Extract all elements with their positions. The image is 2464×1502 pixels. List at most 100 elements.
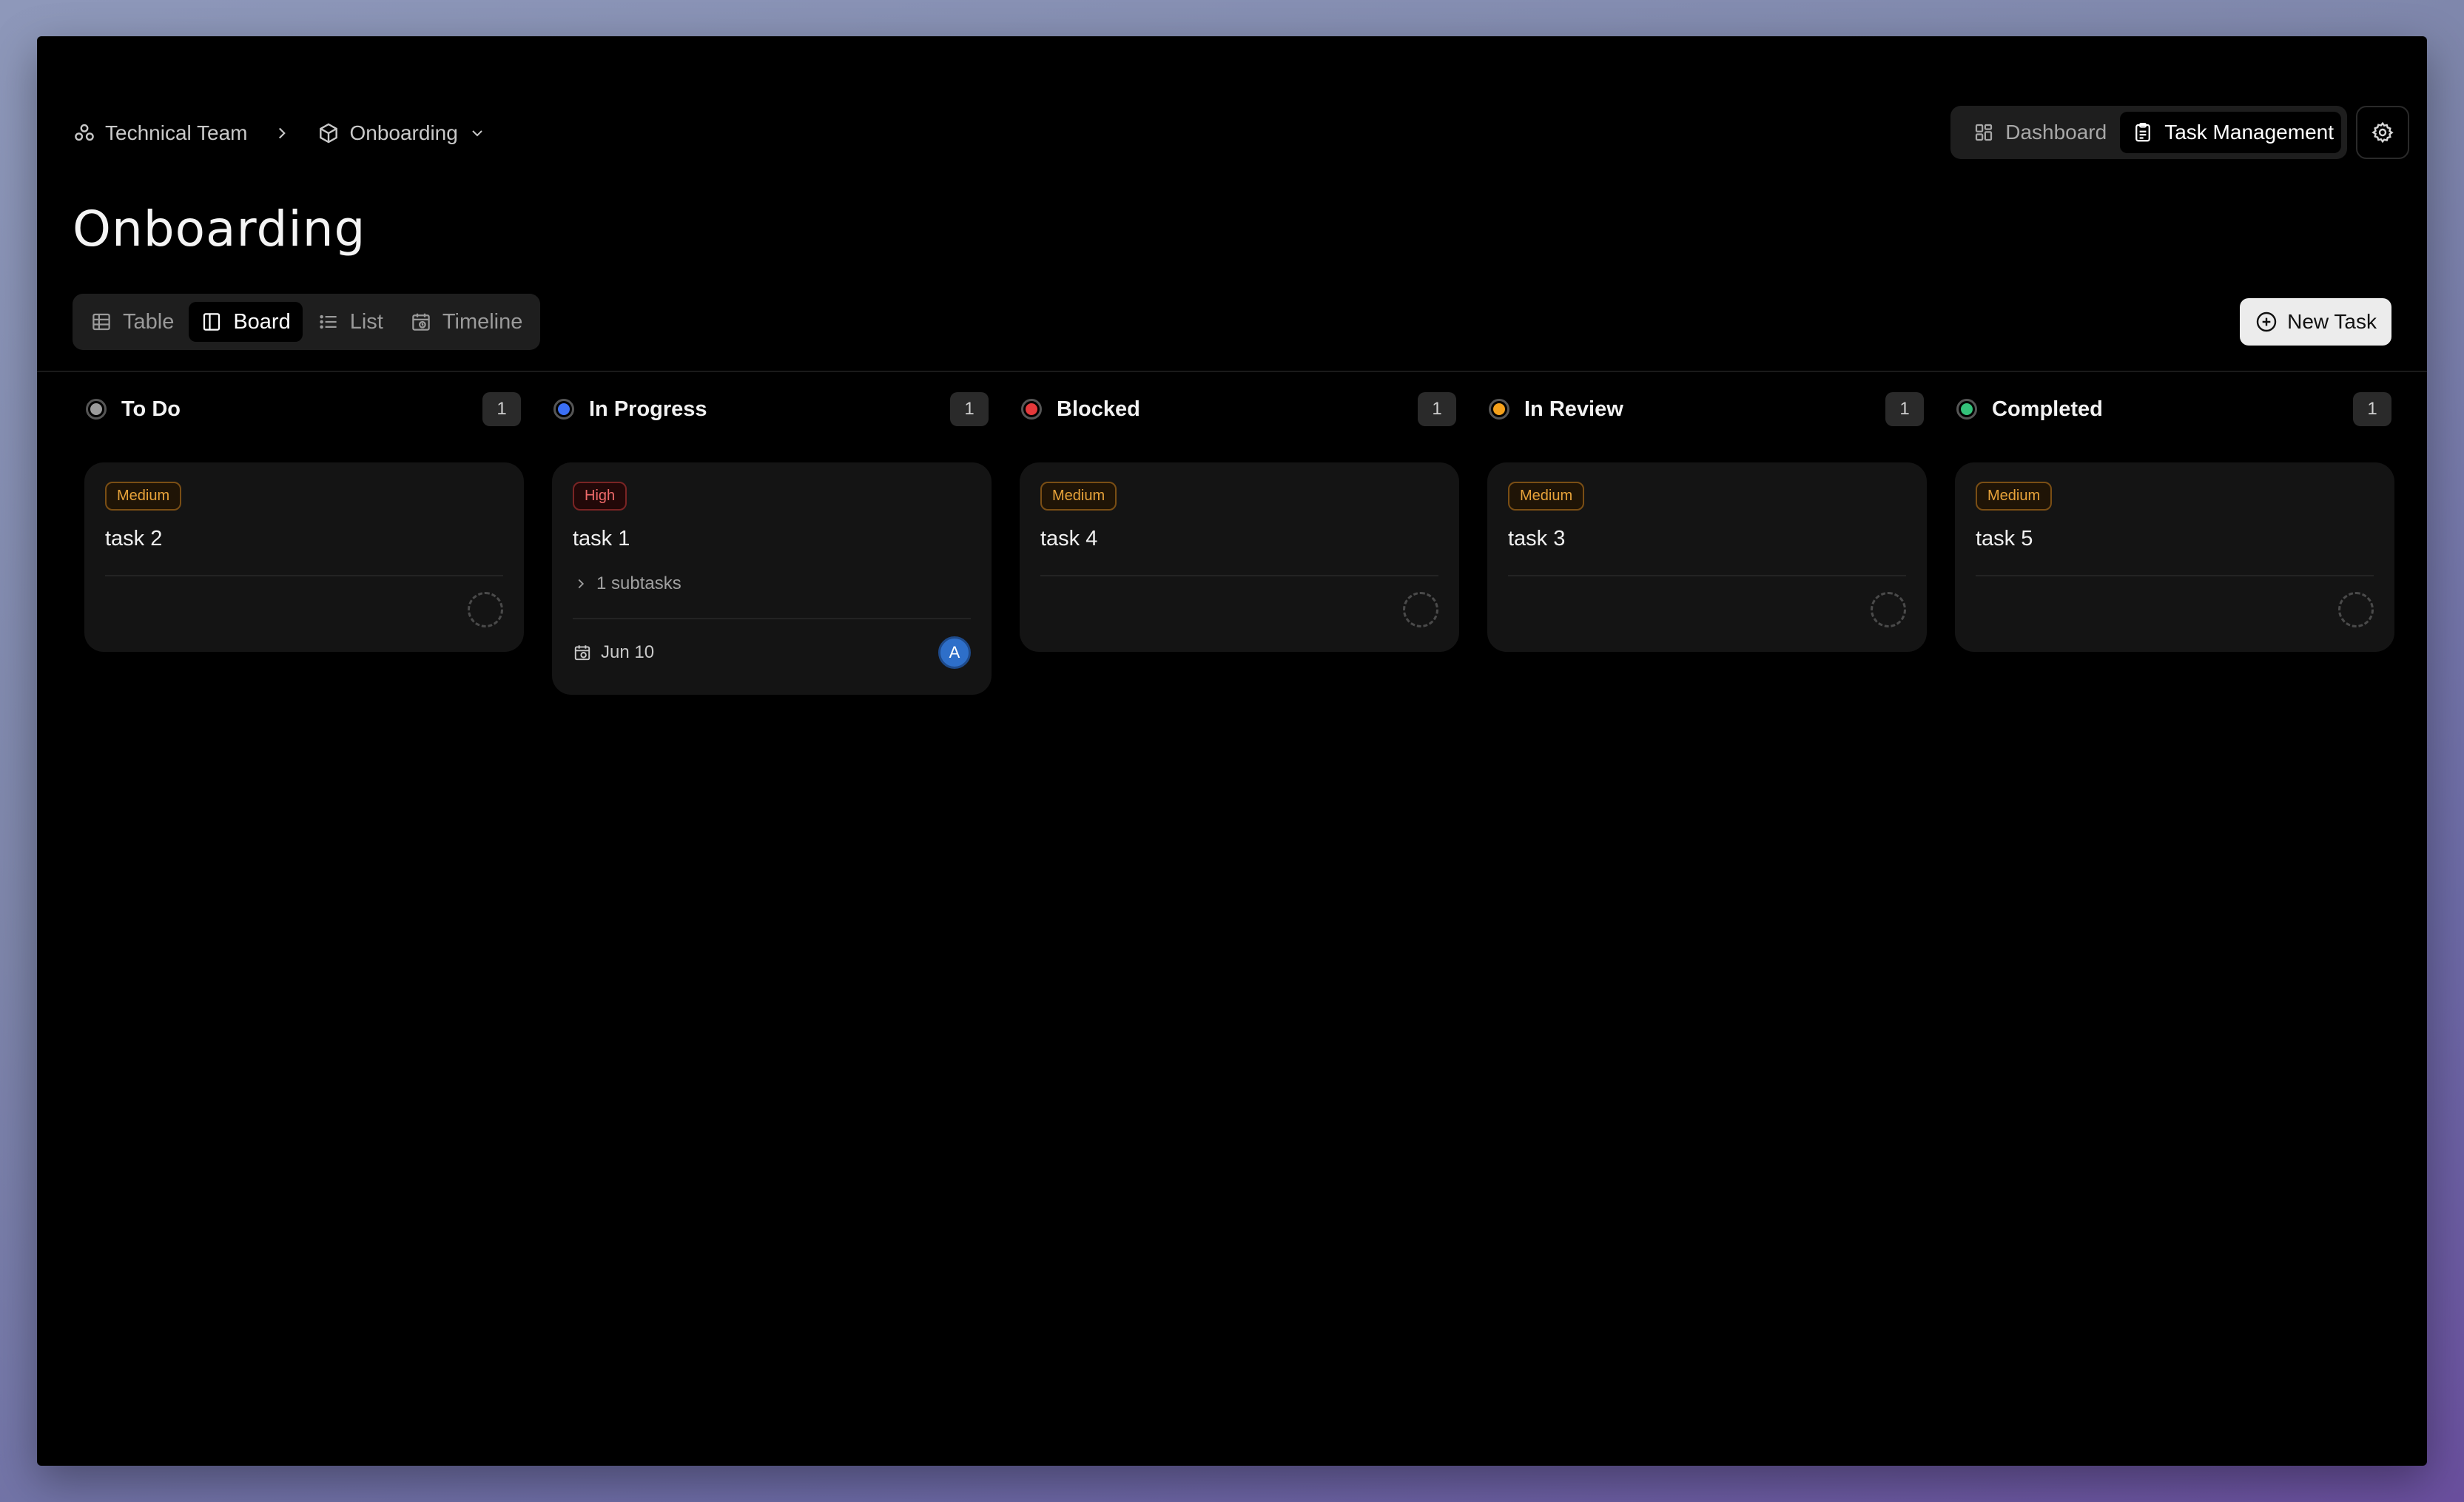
task-title: task 4	[1040, 527, 1098, 550]
task-card[interactable]: Medium task 5	[1955, 462, 2394, 652]
tab-task-management-label: Task Management	[2164, 121, 2334, 144]
view-tabs: Table Board List Timeline	[73, 294, 541, 350]
task-title: task 1	[573, 527, 630, 550]
gear-icon	[2372, 121, 2394, 144]
card-divider	[573, 618, 971, 619]
column-in-review: In Review 1 Medium task 3	[1487, 388, 1927, 695]
column-header: Completed 1	[1955, 388, 2394, 430]
card-footer	[105, 585, 503, 634]
assignee-avatar[interactable]: A	[938, 636, 971, 669]
new-task-button[interactable]: New Task	[2240, 298, 2391, 346]
card-divider	[1040, 575, 1438, 576]
column-header: In Progress 1	[552, 388, 992, 430]
view-tab-table[interactable]: Table	[78, 302, 186, 342]
calendar-clock-icon	[412, 313, 430, 331]
column-title: Completed	[1992, 397, 2103, 421]
card-footer	[1040, 585, 1438, 634]
plus-circle-icon	[2256, 311, 2277, 332]
unassigned-avatar-icon[interactable]	[1403, 592, 1438, 627]
status-blocked-icon	[1021, 399, 1042, 420]
subtasks-toggle[interactable]: 1 subtasks	[573, 573, 971, 594]
column-blocked: Blocked 1 Medium task 4	[1020, 388, 1459, 695]
due-date: Jun 10	[573, 642, 654, 663]
task-card[interactable]: High task 1 1 subtasks Jun 10 A	[552, 462, 992, 695]
breadcrumb-separator	[272, 124, 292, 143]
subtasks-label: 1 subtasks	[596, 573, 681, 593]
unassigned-avatar-icon[interactable]	[2338, 592, 2374, 627]
board-columns: To Do 1 Medium task 2 In Progress 1 High	[84, 388, 2394, 695]
column-in-progress: In Progress 1 High task 1 1 subtasks Jun…	[552, 388, 992, 695]
list-icon	[320, 314, 337, 329]
breadcrumb-team-label: Technical Team	[105, 121, 248, 144]
chevron-right-icon	[578, 579, 585, 589]
tab-dashboard-label: Dashboard	[2005, 121, 2107, 144]
unassigned-avatar-icon[interactable]	[1871, 592, 1906, 627]
priority-badge: Medium	[1976, 482, 2053, 511]
view-tab-board[interactable]: Board	[189, 302, 303, 342]
settings-button[interactable]	[2356, 106, 2409, 159]
view-tab-list[interactable]: List	[306, 302, 395, 342]
column-title: In Review	[1524, 397, 1623, 421]
status-todo-icon	[86, 399, 107, 420]
column-title: To Do	[121, 397, 181, 421]
column-header: Blocked 1	[1020, 388, 1459, 430]
priority-badge: Medium	[1508, 482, 1585, 511]
column-completed: Completed 1 Medium task 5	[1955, 388, 2394, 695]
column-to-do: To Do 1 Medium task 2	[84, 388, 524, 695]
view-tab-board-label: Board	[233, 309, 291, 334]
column-header: To Do 1	[84, 388, 524, 430]
breadcrumb-project[interactable]: Onboarding	[317, 121, 494, 145]
tab-dashboard[interactable]: Dashboard	[1956, 112, 2115, 153]
card-footer: Jun 10 A	[573, 628, 971, 677]
column-count: 1	[482, 392, 521, 426]
chevron-down-icon[interactable]	[468, 124, 495, 142]
breadcrumb-project-label: Onboarding	[349, 121, 458, 144]
chevron-right-icon	[279, 127, 286, 139]
new-task-label: New Task	[2287, 310, 2377, 333]
priority-badge: High	[573, 482, 627, 511]
column-title: Blocked	[1057, 397, 1140, 421]
column-header: In Review 1	[1487, 388, 1927, 430]
card-divider	[1508, 575, 1906, 576]
task-title: task 2	[105, 527, 163, 550]
column-title: In Progress	[589, 397, 707, 421]
header-divider	[37, 371, 2427, 372]
status-completed-icon	[1956, 399, 1977, 420]
calendar-clock-icon	[574, 645, 590, 661]
board-icon	[203, 313, 221, 331]
task-title: task 3	[1508, 527, 1566, 550]
column-count: 1	[950, 392, 989, 426]
card-divider	[1976, 575, 2374, 576]
breadcrumb-team[interactable]: Technical Team	[73, 121, 247, 145]
top-nav-switch: Dashboard Task Management	[1950, 106, 2347, 159]
cube-icon	[320, 123, 338, 144]
team-icon	[75, 124, 94, 141]
task-card[interactable]: Medium task 4	[1020, 462, 1459, 652]
view-tab-timeline-label: Timeline	[442, 309, 523, 334]
column-count: 1	[2353, 392, 2391, 426]
table-icon	[92, 313, 110, 331]
priority-badge: Medium	[105, 482, 182, 511]
column-count: 1	[1418, 392, 1456, 426]
tab-task-management[interactable]: Task Management	[2120, 112, 2341, 153]
breadcrumb: Technical Team Onboarding	[73, 118, 495, 149]
task-card[interactable]: Medium task 2	[84, 462, 524, 652]
task-title: task 5	[1976, 527, 2033, 550]
card-footer	[1508, 585, 1906, 634]
card-footer	[1976, 585, 2374, 634]
view-tab-timeline[interactable]: Timeline	[398, 302, 535, 342]
due-date-label: Jun 10	[601, 642, 655, 662]
card-divider	[105, 575, 503, 576]
column-count: 1	[1885, 392, 1924, 426]
dashboard-icon	[1976, 124, 1993, 141]
clipboard-icon	[2135, 123, 2151, 142]
task-card[interactable]: Medium task 3	[1487, 462, 1927, 652]
unassigned-avatar-icon[interactable]	[468, 592, 503, 627]
view-tab-list-label: List	[349, 309, 383, 334]
status-in-progress-icon	[553, 399, 574, 420]
app-window: Technical Team Onboarding Dashboard Task…	[37, 36, 2427, 1466]
status-in-review-icon	[1489, 399, 1509, 420]
view-tab-table-label: Table	[123, 309, 175, 334]
page-title: Onboarding	[73, 201, 366, 257]
priority-badge: Medium	[1040, 482, 1117, 511]
